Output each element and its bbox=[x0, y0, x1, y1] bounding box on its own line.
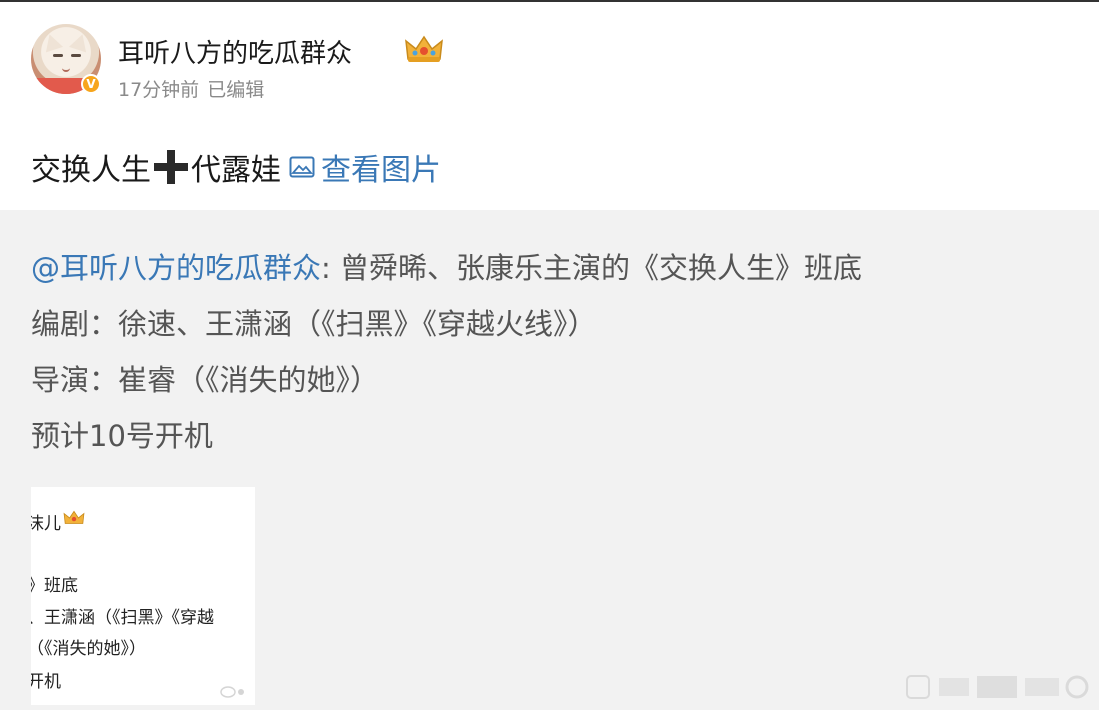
post-meta: 17分钟前 已编辑 bbox=[118, 75, 272, 102]
thumb-line-1: 沫儿 bbox=[31, 514, 61, 534]
post-text: 交换人生 代露娃 查看图片 bbox=[31, 145, 441, 189]
repost-line-1: @耳听八方的吃瓜群众: 曾舜晞、张康乐主演的《交换人生》班底 bbox=[31, 245, 862, 287]
view-pictures-link[interactable]: 查看图片 bbox=[289, 145, 441, 189]
repost-line-4: 预计10号开机 bbox=[31, 419, 213, 453]
view-pictures-label[interactable]: 查看图片 bbox=[321, 145, 441, 189]
post-text-part1: 交换人生 bbox=[31, 153, 151, 188]
repost-line-3: 导演：崔睿（《消失的她》） bbox=[31, 363, 380, 397]
crown-icon bbox=[405, 35, 443, 62]
plus-icon bbox=[152, 148, 190, 186]
top-border bbox=[0, 0, 1099, 2]
post-time[interactable]: 17分钟前 bbox=[118, 79, 199, 101]
repost-line-2: 编剧：徐速、王潇涵（《扫黑》《穿越火线》） bbox=[31, 307, 597, 341]
thumb-line-2: 》班底 bbox=[31, 576, 78, 596]
thumb-crown-icon bbox=[63, 510, 85, 524]
thumb-line-3: 、王潇涵（《扫黑》《穿越 bbox=[31, 608, 214, 628]
mention-link[interactable]: @耳听八方的吃瓜群众 bbox=[31, 251, 321, 285]
thumb-line-5: 开机 bbox=[31, 672, 61, 692]
repost-image-thumbnail[interactable]: 沫儿 》班底 、王潇涵（《扫黑》《穿越 （《消失的她》） 开机 bbox=[31, 487, 255, 705]
repost-line-1-text: : 曾舜晞、张康乐主演的《交换人生》班底 bbox=[321, 251, 863, 285]
post-text-part2: 代露娃 bbox=[191, 153, 281, 188]
thumb-line-4: （《消失的她》） bbox=[31, 639, 146, 659]
image-icon bbox=[289, 156, 315, 178]
thumb-watermark-icon bbox=[220, 686, 244, 698]
edited-label[interactable]: 已编辑 bbox=[207, 79, 264, 101]
username[interactable]: 耳听八方的吃瓜群众 bbox=[118, 33, 352, 70]
verified-icon: V bbox=[81, 74, 101, 94]
watermark-icon bbox=[906, 675, 1089, 699]
